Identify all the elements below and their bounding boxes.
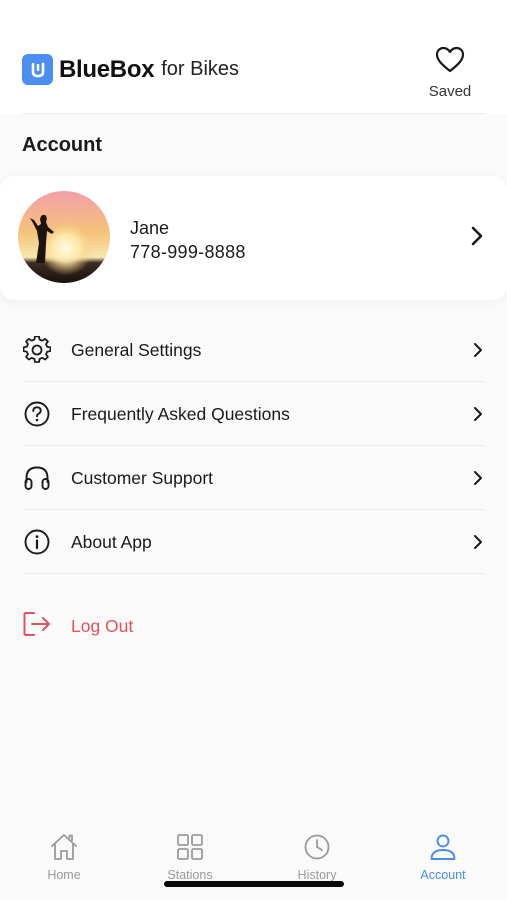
logout-icon [22, 610, 52, 643]
tab-history[interactable]: History [272, 832, 362, 882]
profile-name: Jane [130, 218, 170, 238]
heart-icon [435, 46, 465, 78]
logout-button[interactable]: Log Out [22, 610, 133, 643]
menu-item-customer-support[interactable]: Customer Support [0, 446, 507, 510]
chevron-right-icon [473, 342, 483, 363]
brand-name: BlueBox [59, 55, 155, 83]
home-icon [49, 834, 79, 866]
brand-suffix: for Bikes [161, 58, 240, 80]
grid-icon [175, 834, 205, 866]
menu-item-label: About App [71, 531, 152, 552]
tab-account[interactable]: Account [398, 832, 488, 882]
chevron-right-icon [473, 470, 483, 491]
app-logo: BlueBox for Bikes [22, 54, 239, 85]
menu-item-label: General Settings [71, 339, 202, 360]
saved-button[interactable]: Saved [425, 46, 475, 100]
tab-label: History [297, 868, 337, 882]
info-circle-icon [22, 527, 52, 557]
avatar [18, 191, 110, 283]
menu-item-general-settings[interactable]: General Settings [0, 318, 507, 382]
clock-icon [302, 834, 332, 866]
chevron-right-icon [473, 534, 483, 555]
menu-divider [22, 573, 485, 574]
header-divider [22, 113, 485, 114]
tab-stations[interactable]: Stations [145, 832, 235, 882]
app-header: BlueBox for Bikes Saved [0, 0, 507, 114]
tab-label: Stations [167, 868, 213, 882]
home-indicator [164, 881, 344, 887]
question-circle-icon [22, 399, 52, 429]
chevron-right-icon [471, 226, 483, 251]
tab-label: Account [420, 868, 466, 882]
headphones-icon [22, 463, 52, 493]
menu-item-faq[interactable]: Frequently Asked Questions [0, 382, 507, 446]
menu-item-label: Customer Support [71, 467, 214, 488]
saved-label: Saved [428, 83, 472, 100]
chevron-right-icon [473, 406, 483, 427]
menu-item-label: Frequently Asked Questions [71, 403, 290, 424]
logout-label: Log Out [71, 616, 134, 636]
menu-item-about-app[interactable]: About App [0, 510, 507, 574]
gear-icon [22, 335, 52, 365]
section-title: Account [22, 134, 102, 156]
profile-card[interactable]: Jane 778-999-8888 [0, 176, 507, 300]
account-menu: General Settings Frequently Asked Questi… [0, 318, 507, 574]
tab-bar: Home Stations History Account [0, 820, 507, 900]
tab-label: Home [47, 868, 81, 882]
person-icon [428, 834, 458, 866]
bluebox-logo-icon [22, 54, 53, 85]
tab-home[interactable]: Home [19, 832, 109, 882]
profile-phone: 778-999-8888 [130, 242, 246, 262]
